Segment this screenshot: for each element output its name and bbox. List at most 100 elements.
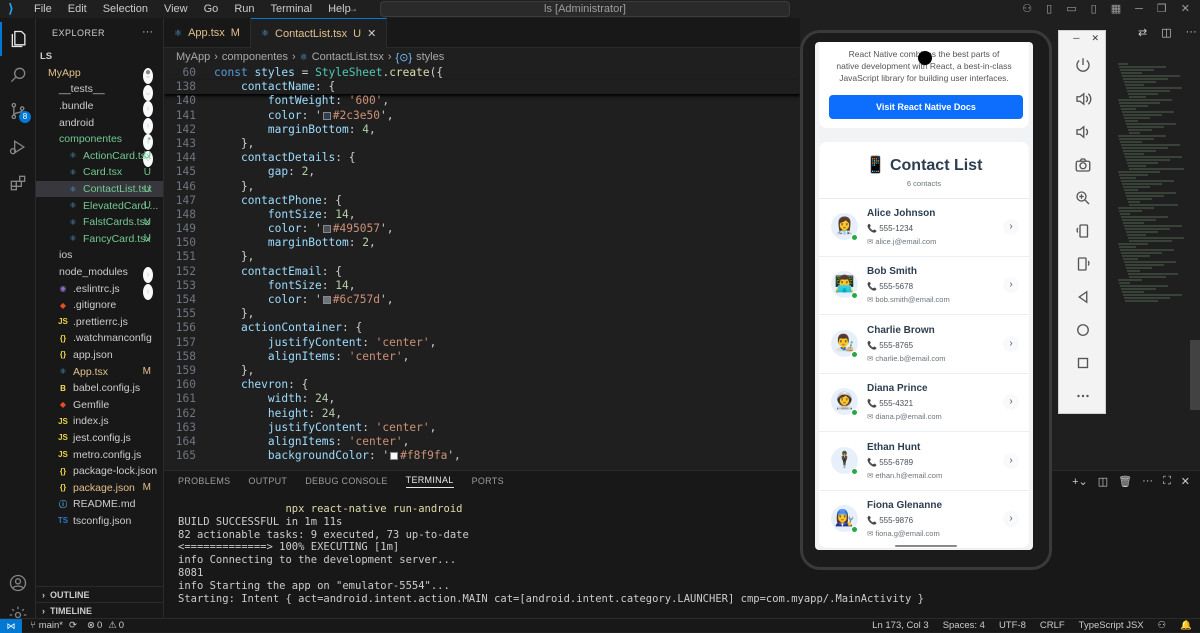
breadcrumb-componentes[interactable]: componentes bbox=[222, 51, 288, 63]
close-tab-icon[interactable]: ✕ bbox=[367, 27, 376, 40]
tab-problems[interactable]: PROBLEMS bbox=[178, 476, 230, 486]
layout-icon[interactable]: ▦ bbox=[1111, 0, 1121, 18]
file-tree-item[interactable]: ⚛ FalstCards.tsx U bbox=[36, 214, 163, 231]
menu-edit[interactable]: Edit bbox=[60, 0, 95, 18]
chevron-right-icon[interactable]: › bbox=[1003, 452, 1019, 469]
line-ending[interactable]: CRLF bbox=[1040, 619, 1065, 633]
file-tree-item[interactable]: › .bundle bbox=[36, 98, 163, 134]
tab-app-tsx[interactable]: ⚛ App.tsx M bbox=[164, 18, 251, 48]
minimize-icon[interactable]: ─ bbox=[1073, 33, 1079, 44]
warning-icon[interactable]: ⚠ bbox=[108, 620, 117, 631]
contact-item[interactable]: 👩‍🚀 Diana Prince 📞 555-4321 ✉ diana.p@email… bbox=[819, 374, 1029, 433]
chevron-right-icon[interactable]: › bbox=[1003, 511, 1019, 527]
volume-up-icon[interactable] bbox=[1071, 87, 1095, 111]
file-tree-item[interactable]: {} .watchmanconfig bbox=[36, 330, 163, 347]
code-line[interactable]: 145 gap: 2, bbox=[164, 165, 800, 179]
trash-icon[interactable]: 🗑 bbox=[1118, 475, 1132, 488]
tab-output[interactable]: OUTPUT bbox=[248, 476, 287, 486]
code-line[interactable]: 138 contactName: { bbox=[164, 80, 800, 95]
close-panel-icon[interactable]: ✕ bbox=[1181, 475, 1190, 488]
maximize-panel-icon[interactable]: ⛶ bbox=[1163, 475, 1171, 488]
contact-item[interactable]: 👩‍🔧 Fiona Glenanne 📞 555-9876 ✉ fiona.g@ema… bbox=[819, 491, 1029, 549]
sync-icon[interactable]: ⟳ bbox=[69, 620, 77, 631]
contact-item[interactable]: 👩‍⚕️ Alice Johnson 📞 555-1234 ✉ alice.j@ema… bbox=[819, 199, 1029, 257]
file-tree-item[interactable]: ⚛ Card.tsx U bbox=[36, 164, 163, 181]
outline-section[interactable]: › OUTLINE bbox=[36, 586, 164, 602]
tab-terminal[interactable]: TERMINAL bbox=[405, 475, 454, 488]
file-tree-item[interactable]: › ios bbox=[36, 247, 163, 284]
volume-down-icon[interactable] bbox=[1071, 120, 1095, 144]
warning-count[interactable]: 0 bbox=[119, 620, 124, 631]
file-tree-item[interactable]: ⚛ ActionCard.tsx U bbox=[36, 148, 163, 165]
file-tree-item[interactable]: ◆ .gitignore bbox=[36, 297, 163, 314]
code-line[interactable]: 148 fontSize: 14, bbox=[164, 208, 800, 222]
folder-myapp[interactable]: ⌄ MyApp ● bbox=[36, 65, 163, 101]
code-line[interactable]: 159 }, bbox=[164, 364, 800, 378]
split-editor-icon[interactable]: ◫ bbox=[1161, 26, 1171, 39]
file-tree-item[interactable]: JS jest.config.js bbox=[36, 430, 163, 447]
indentation[interactable]: Spaces: 4 bbox=[943, 619, 985, 633]
toggle-panel-icon[interactable]: ▭ bbox=[1066, 0, 1076, 18]
compare-icon[interactable]: ⇄ bbox=[1138, 26, 1147, 39]
code-line[interactable]: 142 marginBottom: 4, bbox=[164, 123, 800, 137]
file-tree-item[interactable]: › __tests__ bbox=[36, 81, 163, 118]
minimize-icon[interactable]: ─ bbox=[1135, 0, 1143, 18]
code-line[interactable]: 165 backgroundColor: ' #f8f9fa', bbox=[164, 449, 800, 463]
visit-docs-button[interactable]: Visit React Native Docs bbox=[829, 95, 1023, 119]
home-indicator[interactable] bbox=[895, 545, 957, 547]
code-line[interactable]: 161 width: 24, bbox=[164, 392, 800, 406]
tab-contactlist-tsx[interactable]: ⚛ ContactList.tsx U ✕ bbox=[250, 18, 388, 48]
code-line[interactable]: 152 contactEmail: { bbox=[164, 265, 800, 279]
file-tree-item[interactable]: ⚛ ElevatedCard.... U bbox=[36, 197, 163, 214]
restore-icon[interactable]: ❐ bbox=[1157, 0, 1167, 18]
nav-arrows[interactable]: ← → bbox=[328, 1, 359, 15]
cursor-position[interactable]: Ln 173, Col 3 bbox=[872, 619, 929, 633]
more-icon[interactable] bbox=[1071, 384, 1095, 408]
code-line[interactable]: 154 color: ' #6c757d', bbox=[164, 293, 800, 307]
remote-indicator-icon[interactable]: ⋈ bbox=[0, 618, 22, 633]
file-tree-item[interactable]: ⚛ FancyCard.tsx U bbox=[36, 231, 163, 248]
rotate-left-icon[interactable] bbox=[1071, 219, 1095, 243]
copilot-icon[interactable]: ⚇ bbox=[1022, 0, 1032, 18]
code-line[interactable]: 149 color: ' #495057', bbox=[164, 222, 800, 236]
code-line[interactable]: 147 contactPhone: { bbox=[164, 194, 800, 208]
home-icon[interactable] bbox=[1071, 318, 1095, 342]
file-tree-item[interactable]: {} package.json M bbox=[36, 479, 163, 496]
tab-ports[interactable]: PORTS bbox=[472, 476, 504, 486]
workspace-root[interactable]: ⌄ LS bbox=[36, 48, 163, 84]
file-tree-item[interactable]: ⓘ README.md bbox=[36, 496, 163, 513]
code-line[interactable]: 163 justifyContent: 'center', bbox=[164, 421, 800, 435]
toggle-secondary-sidebar-icon[interactable]: ▯ bbox=[1091, 0, 1097, 18]
copilot-status-icon[interactable]: ⚇ bbox=[1158, 619, 1167, 633]
tab-debug-console[interactable]: DEBUG CONSOLE bbox=[305, 476, 387, 486]
file-tree-item[interactable]: JS .prettierrc.js bbox=[36, 314, 163, 331]
breadcrumb-file[interactable]: ContactList.tsx bbox=[312, 51, 384, 63]
code-line[interactable]: 160 chevron: { bbox=[164, 378, 800, 392]
zoom-icon[interactable] bbox=[1071, 186, 1095, 210]
account-icon[interactable] bbox=[0, 566, 36, 600]
error-icon[interactable]: ⊗ bbox=[87, 620, 95, 631]
emulator-screen[interactable]: React Native combines the best parts of … bbox=[815, 42, 1033, 550]
file-tree-item[interactable]: ◆ Gemfile bbox=[36, 396, 163, 413]
chevron-right-icon[interactable]: › bbox=[1003, 277, 1019, 294]
minimap[interactable] bbox=[1118, 62, 1184, 332]
code-line[interactable]: 151 }, bbox=[164, 250, 800, 264]
more-actions-icon[interactable]: ··· bbox=[1142, 475, 1153, 488]
chevron-right-icon[interactable]: › bbox=[1003, 394, 1019, 411]
code-line[interactable]: 162 height: 24, bbox=[164, 407, 800, 421]
extensions-icon[interactable] bbox=[0, 166, 36, 200]
notifications-icon[interactable]: 🔔 bbox=[1180, 619, 1192, 633]
code-editor[interactable]: 60 const styles = StyleSheet.create({138 … bbox=[164, 66, 800, 476]
code-line[interactable]: 164 alignItems: 'center', bbox=[164, 435, 800, 449]
back-arrow-icon[interactable]: ← bbox=[328, 1, 340, 15]
more-actions-icon[interactable]: ··· bbox=[1186, 26, 1197, 39]
menu-selection[interactable]: Selection bbox=[95, 0, 156, 18]
breadcrumb-myapp[interactable]: MyApp bbox=[176, 51, 210, 63]
rotate-right-icon[interactable] bbox=[1071, 252, 1095, 276]
close-window-icon[interactable]: ✕ bbox=[1181, 0, 1190, 18]
explorer-icon[interactable] bbox=[0, 22, 36, 56]
code-line[interactable]: 155 }, bbox=[164, 307, 800, 321]
file-tree-item[interactable]: JS index.js bbox=[36, 413, 163, 430]
code-line[interactable]: 158 alignItems: 'center', bbox=[164, 350, 800, 364]
run-debug-icon[interactable] bbox=[0, 130, 36, 164]
